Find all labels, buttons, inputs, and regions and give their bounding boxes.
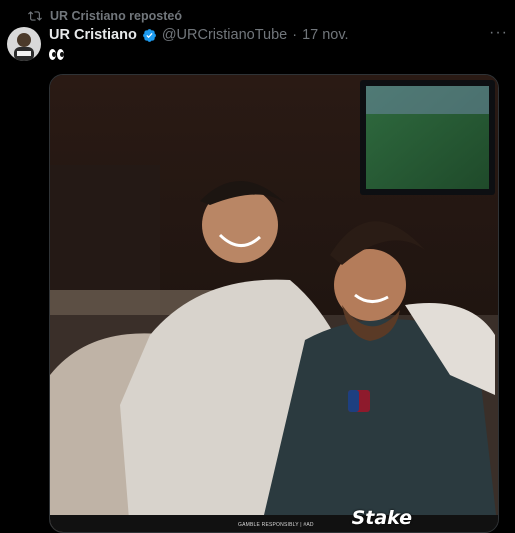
more-options-icon[interactable]: ··· bbox=[489, 24, 508, 42]
verified-badge-icon[interactable] bbox=[142, 28, 157, 43]
gamble-responsibly-text: GAMBLE RESPONSIBLY | #AD bbox=[238, 522, 314, 528]
author-handle[interactable]: @URCristianoTube bbox=[162, 27, 287, 43]
tweet-header: UR Cristiano @URCristianoTube · 17 nov. bbox=[49, 27, 349, 43]
repost-icon bbox=[28, 11, 42, 21]
avatar-image bbox=[7, 27, 41, 61]
repost-context[interactable]: UR Cristiano reposteó bbox=[28, 9, 182, 23]
avatar[interactable] bbox=[7, 27, 41, 61]
timestamp[interactable]: 17 nov. bbox=[302, 27, 349, 43]
separator-dot: · bbox=[292, 27, 298, 43]
stake-logo: Stake bbox=[351, 507, 412, 529]
author-name[interactable]: UR Cristiano bbox=[49, 27, 137, 43]
tweet-media-image[interactable]: GAMBLE RESPONSIBLY | #AD Stake bbox=[49, 74, 499, 533]
tweet-text bbox=[49, 47, 64, 65]
repost-label: UR Cristiano reposteó bbox=[50, 9, 182, 23]
photo-scene bbox=[50, 75, 498, 532]
eyes-emoji-icon bbox=[49, 49, 64, 60]
